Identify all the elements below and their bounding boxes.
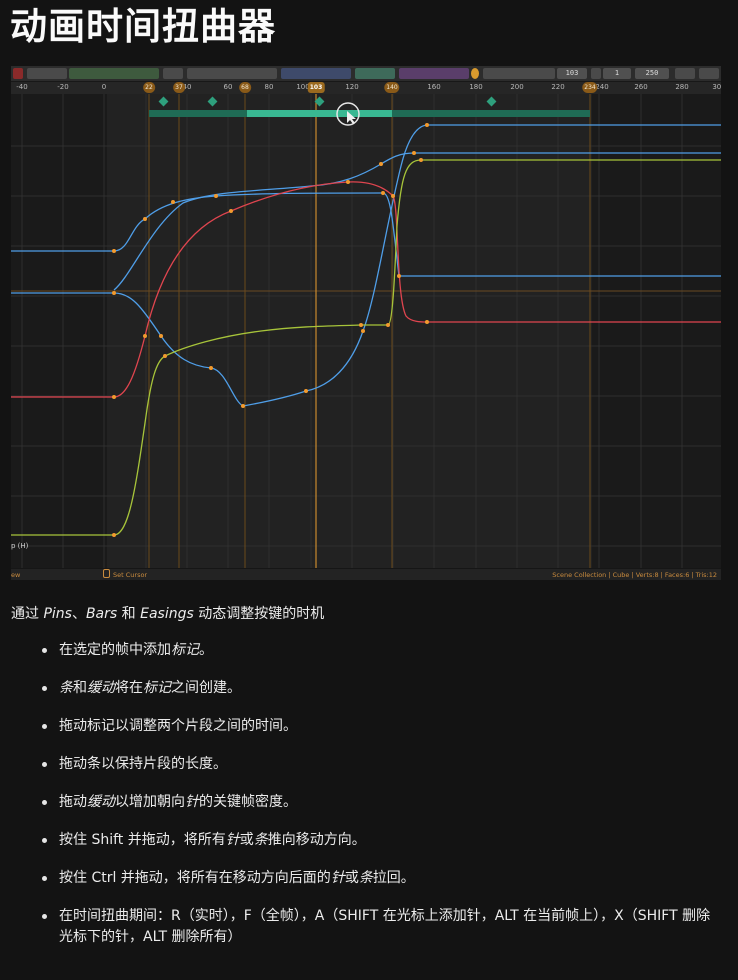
list-item: 按住 Shift 并拖动，将所有针或条推向移动方向。 (40, 830, 720, 851)
text: 或 (344, 870, 359, 886)
intro-bars: Bars (85, 606, 118, 622)
view-options[interactable] (675, 68, 695, 79)
intro-prefix: 通过 (11, 606, 44, 622)
out-of-range-left (11, 94, 107, 568)
text: 以增加朝向 (115, 794, 185, 810)
text: 按住 Shift 并拖动，将所有 (59, 832, 226, 848)
text-em: 缓动 (87, 794, 115, 810)
text-em: 缓动 (87, 680, 115, 696)
page-title: 动画时间扭曲器 (10, 5, 276, 48)
tool-group-6[interactable] (355, 68, 395, 79)
list-item: 在选定的帧中添加标记。 (40, 640, 720, 661)
text: 的关键帧密度。 (199, 794, 297, 810)
marker-badge[interactable]: 22 (143, 82, 155, 93)
text: 按住 Ctrl 并拖动，将所有在移动方向后面的 (59, 870, 331, 886)
intro-suffix: 动态调整按键的时机 (193, 606, 325, 622)
out-of-range-right (592, 94, 721, 568)
end-frame-field[interactable]: 250 (635, 68, 669, 79)
text: 拉回。 (372, 870, 415, 886)
list-item: 拖动标记以调整两个片段之间的时间。 (40, 716, 720, 737)
text: 或 (239, 832, 254, 848)
tool-group-3[interactable] (163, 68, 183, 79)
ruler-tick: -20 (57, 83, 69, 91)
text: 和 (73, 680, 87, 696)
autokey-icon[interactable] (471, 68, 479, 79)
text-em: 针 (225, 832, 240, 848)
status-left-text: ew (11, 571, 21, 579)
ruler-tick: 300 (712, 83, 721, 91)
ruler-tick: 0 (101, 83, 107, 91)
status-mouse-hint: Set Cursor (103, 569, 147, 580)
text-em: 条 (253, 832, 268, 848)
marker-badge[interactable]: 68 (239, 82, 251, 93)
intro-sep1: 、 (71, 606, 86, 622)
list-item: 拖动缓动以增加朝向针的关键帧密度。 (40, 792, 720, 813)
status-scene-info: Scene Collection | Cube | Verts:8 | Face… (552, 571, 717, 579)
ruler-tick: 80 (264, 83, 274, 91)
marker-badge[interactable]: 37 (173, 82, 185, 93)
text-em: 标记 (143, 680, 171, 696)
frame-range-area (107, 94, 592, 568)
text-em: 针 (330, 870, 345, 886)
intro-easings: Easings (140, 606, 194, 622)
editor-toolbar: 103 1 250 (11, 66, 721, 82)
ruler-tick: 280 (675, 83, 689, 91)
intro-paragraph: 通过 Pins、Bars 和 Easings 动态调整按键的时机 (11, 604, 324, 624)
graph-canvas[interactable] (11, 66, 721, 568)
ruler-tick: 260 (634, 83, 648, 91)
text: 推向移动方向。 (267, 832, 366, 848)
text: 拖动标记以调整两个片段之间的时间。 (59, 718, 297, 734)
text-em: 针 (185, 794, 199, 810)
text: 之间创建。 (171, 680, 241, 696)
text-em: 条 (358, 870, 373, 886)
mouse-icon (103, 569, 110, 578)
intro-sep2: 和 (117, 606, 141, 622)
text: 在时间扭曲期间：R（实时），F（全帧），A（SHIFT 在光标上添加针，ALT … (59, 908, 711, 945)
text: 拖动 (59, 794, 87, 810)
text-em: 标记 (171, 642, 199, 658)
tool-group-7[interactable] (399, 68, 469, 79)
ruler-tick: -40 (16, 83, 28, 91)
frame-ruler[interactable]: -40 -20 0 20 40 60 80 100 120 140 160 18… (11, 82, 721, 94)
ruler-tick: 200 (510, 83, 524, 91)
list-item: 按住 Ctrl 并拖动，将所有在移动方向后面的针或条拉回。 (40, 868, 720, 889)
ruler-tick: 240 (595, 83, 609, 91)
ruler-tick: 60 (223, 83, 233, 91)
feature-list: 在选定的帧中添加标记。 条和缓动将在标记之间创建。 拖动标记以调整两个片段之间的… (40, 640, 720, 948)
marker-badge[interactable]: 234 (582, 82, 598, 93)
list-item: 拖动条以保持片段的长度。 (40, 754, 720, 775)
text: 在选定的帧中添加 (59, 642, 171, 658)
intro-pins: Pins (43, 606, 72, 622)
channel-label: p (H) (11, 542, 29, 550)
graph-editor-screenshot[interactable]: 103 1 250 -40 -20 0 20 40 60 80 100 120 … (11, 66, 721, 580)
ruler-tick: 120 (345, 83, 359, 91)
text: 。 (199, 642, 213, 658)
status-bar: ew Set Cursor Scene Collection | Cube | … (11, 568, 721, 580)
ruler-tick: 220 (551, 83, 565, 91)
marker-badge[interactable]: 140 (384, 82, 400, 93)
list-item: 条和缓动将在标记之间创建。 (40, 678, 720, 699)
current-frame-badge[interactable]: 103 (307, 82, 325, 93)
tool-group-2[interactable] (69, 68, 159, 79)
start-frame-field[interactable]: 1 (603, 68, 631, 79)
text-em: 条 (59, 680, 73, 696)
current-frame-field[interactable]: 103 (557, 68, 587, 79)
playback-controls[interactable] (483, 68, 555, 79)
ruler-tick: 160 (427, 83, 441, 91)
record-icon[interactable] (13, 68, 23, 79)
tool-group-1[interactable] (27, 68, 67, 79)
text: 拖动条以保持片段的长度。 (59, 756, 227, 772)
ruler-tick: 180 (469, 83, 483, 91)
status-set-cursor: Set Cursor (113, 571, 148, 579)
tool-group-4[interactable] (187, 68, 277, 79)
list-item: 在时间扭曲期间：R（实时），F（全帧），A（SHIFT 在光标上添加针，ALT … (40, 906, 720, 948)
stopwatch-icon[interactable] (591, 68, 601, 79)
timewarp-bar-active (247, 110, 392, 117)
extra-options[interactable] (699, 68, 719, 79)
tool-group-5[interactable] (281, 68, 351, 79)
text: 将在 (115, 680, 143, 696)
